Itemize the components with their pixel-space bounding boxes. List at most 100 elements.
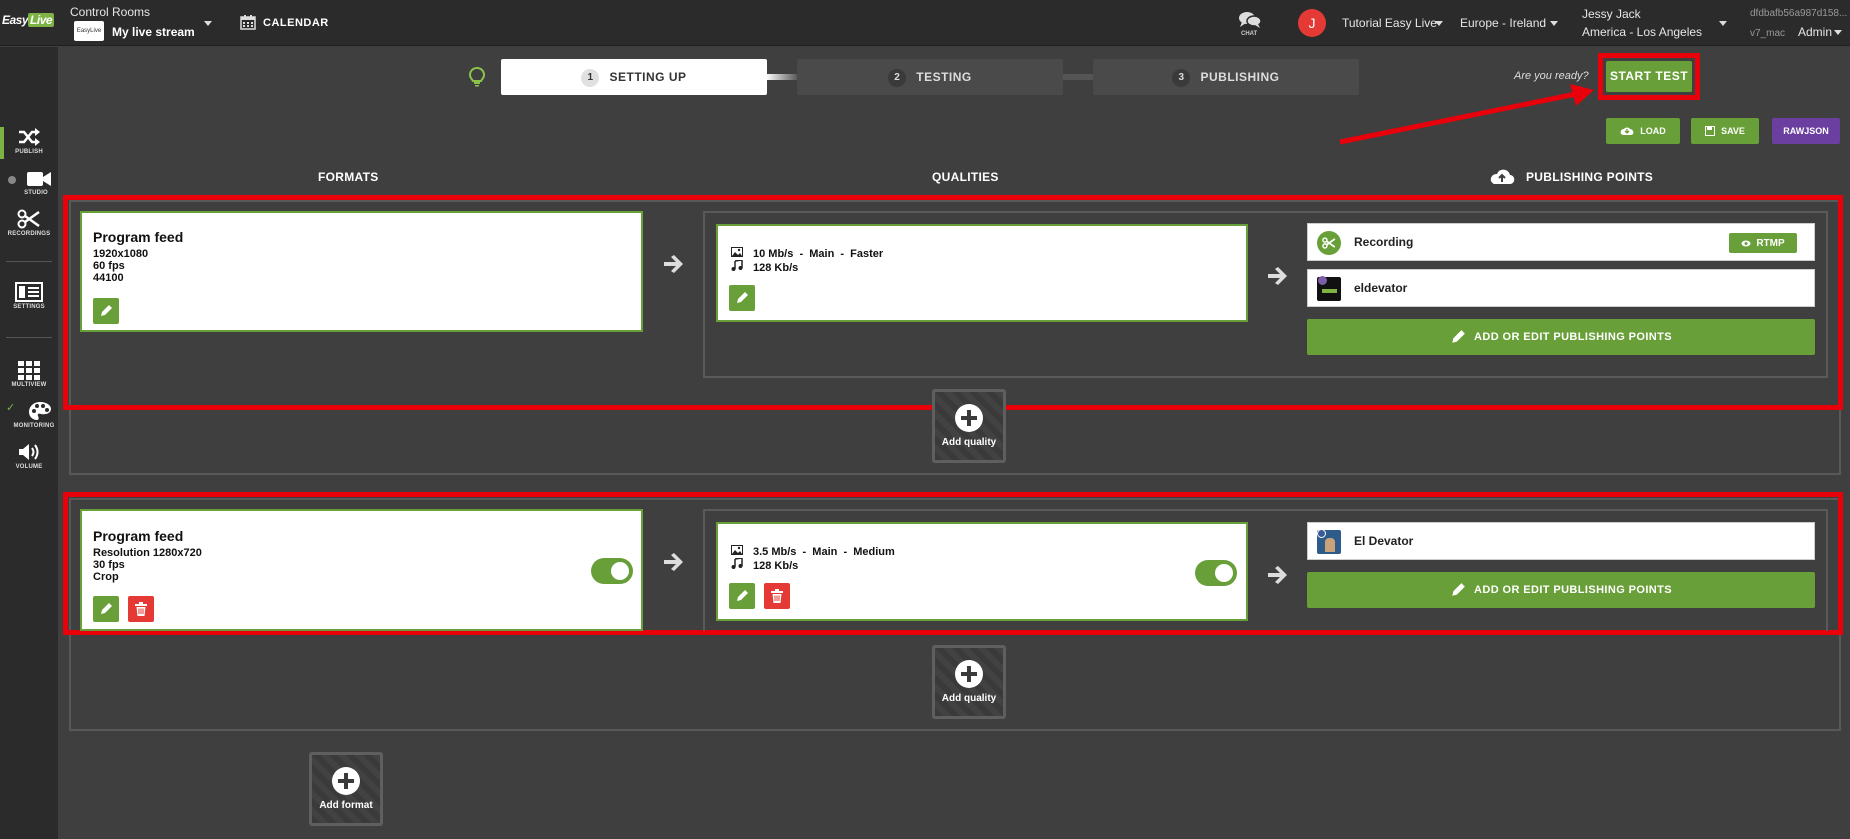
cloud-upload-icon bbox=[1489, 166, 1515, 186]
scissors-icon bbox=[1317, 231, 1341, 255]
sidebar-item-recordings[interactable]: RECORDINGS bbox=[0, 209, 58, 237]
settings-panel-icon bbox=[15, 282, 43, 302]
channel-thumbnail bbox=[1317, 276, 1341, 301]
save-button[interactable]: SAVE bbox=[1691, 118, 1759, 144]
delete-format-button[interactable] bbox=[128, 596, 154, 622]
pencil-icon bbox=[101, 305, 112, 316]
quality-enabled-toggle[interactable] bbox=[1195, 560, 1237, 586]
session-id: dfdbafb56a987d158... bbox=[1750, 8, 1848, 19]
add-quality-label: Add quality bbox=[941, 693, 997, 704]
rtmp-badge[interactable]: RTMP bbox=[1729, 233, 1797, 253]
load-button[interactable]: LOAD bbox=[1606, 118, 1680, 144]
add-format-button[interactable]: Add format bbox=[309, 752, 383, 826]
chat-label[interactable]: CHAT bbox=[1241, 31, 1257, 37]
arrow-right-icon bbox=[662, 253, 684, 275]
step-testing[interactable]: 2 TESTING bbox=[797, 59, 1063, 95]
add-quality-label: Add quality bbox=[941, 437, 997, 448]
quality-card[interactable]: 10 Mb/s - Main - Faster 128 Kb/s bbox=[716, 224, 1248, 322]
format-card[interactable]: Program feed 1920x1080 60 fps 44100 bbox=[80, 211, 643, 332]
calendar-link[interactable]: CALENDAR bbox=[263, 17, 329, 29]
lightbulb-icon bbox=[469, 67, 485, 87]
region-selector[interactable]: Europe - Ireland bbox=[1460, 16, 1546, 30]
format-card[interactable]: Program feed Resolution 1280x720 30 fps … bbox=[80, 509, 643, 631]
add-edit-publishing-points-button[interactable]: ADD OR EDIT PUBLISHING POINTS bbox=[1307, 319, 1815, 355]
workspace-selector[interactable]: Tutorial Easy Live bbox=[1342, 16, 1437, 30]
step-publishing[interactable]: 3 PUBLISHING bbox=[1093, 59, 1359, 95]
step-connector bbox=[1062, 74, 1094, 80]
cloud-download-icon bbox=[1620, 127, 1634, 135]
music-note-icon bbox=[731, 558, 743, 569]
quality-card[interactable]: 3.5 Mb/s - Main - Medium 128 Kb/s bbox=[716, 522, 1248, 621]
formats-header: FORMATS bbox=[318, 170, 379, 184]
quality-audio: 128 Kb/s bbox=[753, 560, 799, 572]
arrow-right-icon bbox=[1266, 564, 1288, 586]
add-format-label: Add format bbox=[319, 800, 373, 811]
arrow-right-icon bbox=[1266, 265, 1288, 287]
plus-circle-icon bbox=[332, 767, 360, 795]
rawjson-button[interactable]: RAWJSON bbox=[1772, 118, 1840, 144]
chevron-down-icon[interactable] bbox=[1719, 21, 1727, 26]
format-fps: 30 fps bbox=[93, 559, 125, 571]
format-audio-rate: 44100 bbox=[93, 272, 124, 284]
avatar[interactable]: J bbox=[1298, 9, 1326, 37]
sidebar-item-label: RECORDINGS bbox=[7, 231, 51, 237]
add-quality-button[interactable]: Add quality bbox=[932, 389, 1006, 463]
sidebar-item-studio[interactable]: STUDIO bbox=[0, 170, 58, 196]
edit-quality-button[interactable] bbox=[729, 583, 755, 609]
add-quality-button[interactable]: Add quality bbox=[932, 645, 1006, 719]
publishing-point-name: Recording bbox=[1354, 235, 1414, 249]
format-enabled-toggle[interactable] bbox=[591, 558, 633, 584]
add-edit-publishing-points-button[interactable]: ADD OR EDIT PUBLISHING POINTS bbox=[1307, 572, 1815, 608]
sidebar-divider bbox=[6, 261, 52, 262]
delete-quality-button[interactable] bbox=[764, 583, 790, 609]
edit-format-button[interactable] bbox=[93, 596, 119, 622]
quality-video: 3.5 Mb/s - Main - Medium bbox=[753, 546, 895, 558]
start-test-button[interactable]: START TEST bbox=[1606, 61, 1692, 92]
shuffle-icon bbox=[17, 127, 41, 147]
format-details: Resolution 1280x720 30 fps Crop bbox=[93, 547, 202, 583]
sidebar-item-publish[interactable]: PUBLISH bbox=[0, 127, 58, 155]
sidebar-item-monitoring[interactable]: ✓ MONITORING bbox=[0, 401, 58, 429]
arrow-right-icon bbox=[662, 551, 684, 573]
chevron-down-icon[interactable] bbox=[1550, 21, 1558, 26]
edit-quality-button[interactable] bbox=[729, 285, 755, 311]
sidebar-item-volume[interactable]: VOLUME bbox=[0, 442, 58, 470]
stream-selector[interactable]: My live stream bbox=[112, 25, 195, 39]
sidebar-item-label: MULTIVIEW bbox=[11, 382, 47, 388]
step-setting-up[interactable]: 1 SETTING UP bbox=[501, 59, 767, 95]
easylive-logo[interactable]: Easy Live bbox=[2, 13, 55, 31]
sidebar-item-multiview[interactable]: MULTIVIEW bbox=[0, 360, 58, 388]
sidebar-item-settings[interactable]: SETTINGS bbox=[0, 282, 58, 310]
sidebar-item-label: VOLUME bbox=[15, 464, 43, 470]
trash-icon bbox=[771, 589, 783, 603]
publishing-point-row[interactable]: El Devator bbox=[1307, 522, 1815, 560]
top-bar: Easy Live Control Rooms EasyLive My live … bbox=[0, 0, 1850, 46]
quality-audio: 128 Kb/s bbox=[753, 262, 799, 274]
stream-thumbnail: EasyLive bbox=[74, 21, 104, 41]
user-timezone[interactable]: America - Los Angeles bbox=[1582, 25, 1702, 39]
sidebar-item-label: MONITORING bbox=[13, 423, 55, 429]
chat-icon[interactable] bbox=[1238, 11, 1262, 29]
control-rooms-label: Control Rooms bbox=[70, 5, 151, 19]
edit-format-button[interactable] bbox=[93, 298, 119, 324]
sidebar: PUBLISH STUDIO RECORDINGS SETTINGS MULTI… bbox=[0, 47, 58, 839]
user-name[interactable]: Jessy Jack bbox=[1582, 7, 1641, 21]
calendar-icon[interactable] bbox=[240, 14, 256, 30]
publishing-point-row[interactable]: Recording RTMP bbox=[1307, 223, 1815, 261]
format-title: Program feed bbox=[93, 229, 184, 245]
publishing-point-row[interactable]: eldevator bbox=[1307, 269, 1815, 307]
annotation-arrow bbox=[1339, 84, 1594, 145]
chevron-down-icon[interactable] bbox=[1834, 30, 1842, 35]
speaker-icon bbox=[17, 442, 41, 462]
chevron-down-icon[interactable] bbox=[204, 21, 212, 26]
image-icon bbox=[731, 545, 743, 555]
image-icon bbox=[731, 247, 743, 257]
format-resolution: 1920x1080 bbox=[93, 248, 149, 260]
status-dot bbox=[8, 176, 16, 184]
ready-text: Are you ready? bbox=[1514, 70, 1589, 82]
music-note-icon bbox=[731, 260, 743, 271]
plus-circle-icon bbox=[955, 404, 983, 432]
chevron-down-icon[interactable] bbox=[1435, 21, 1443, 26]
floppy-disk-icon bbox=[1705, 126, 1716, 136]
role-selector[interactable]: Admin bbox=[1798, 25, 1832, 39]
